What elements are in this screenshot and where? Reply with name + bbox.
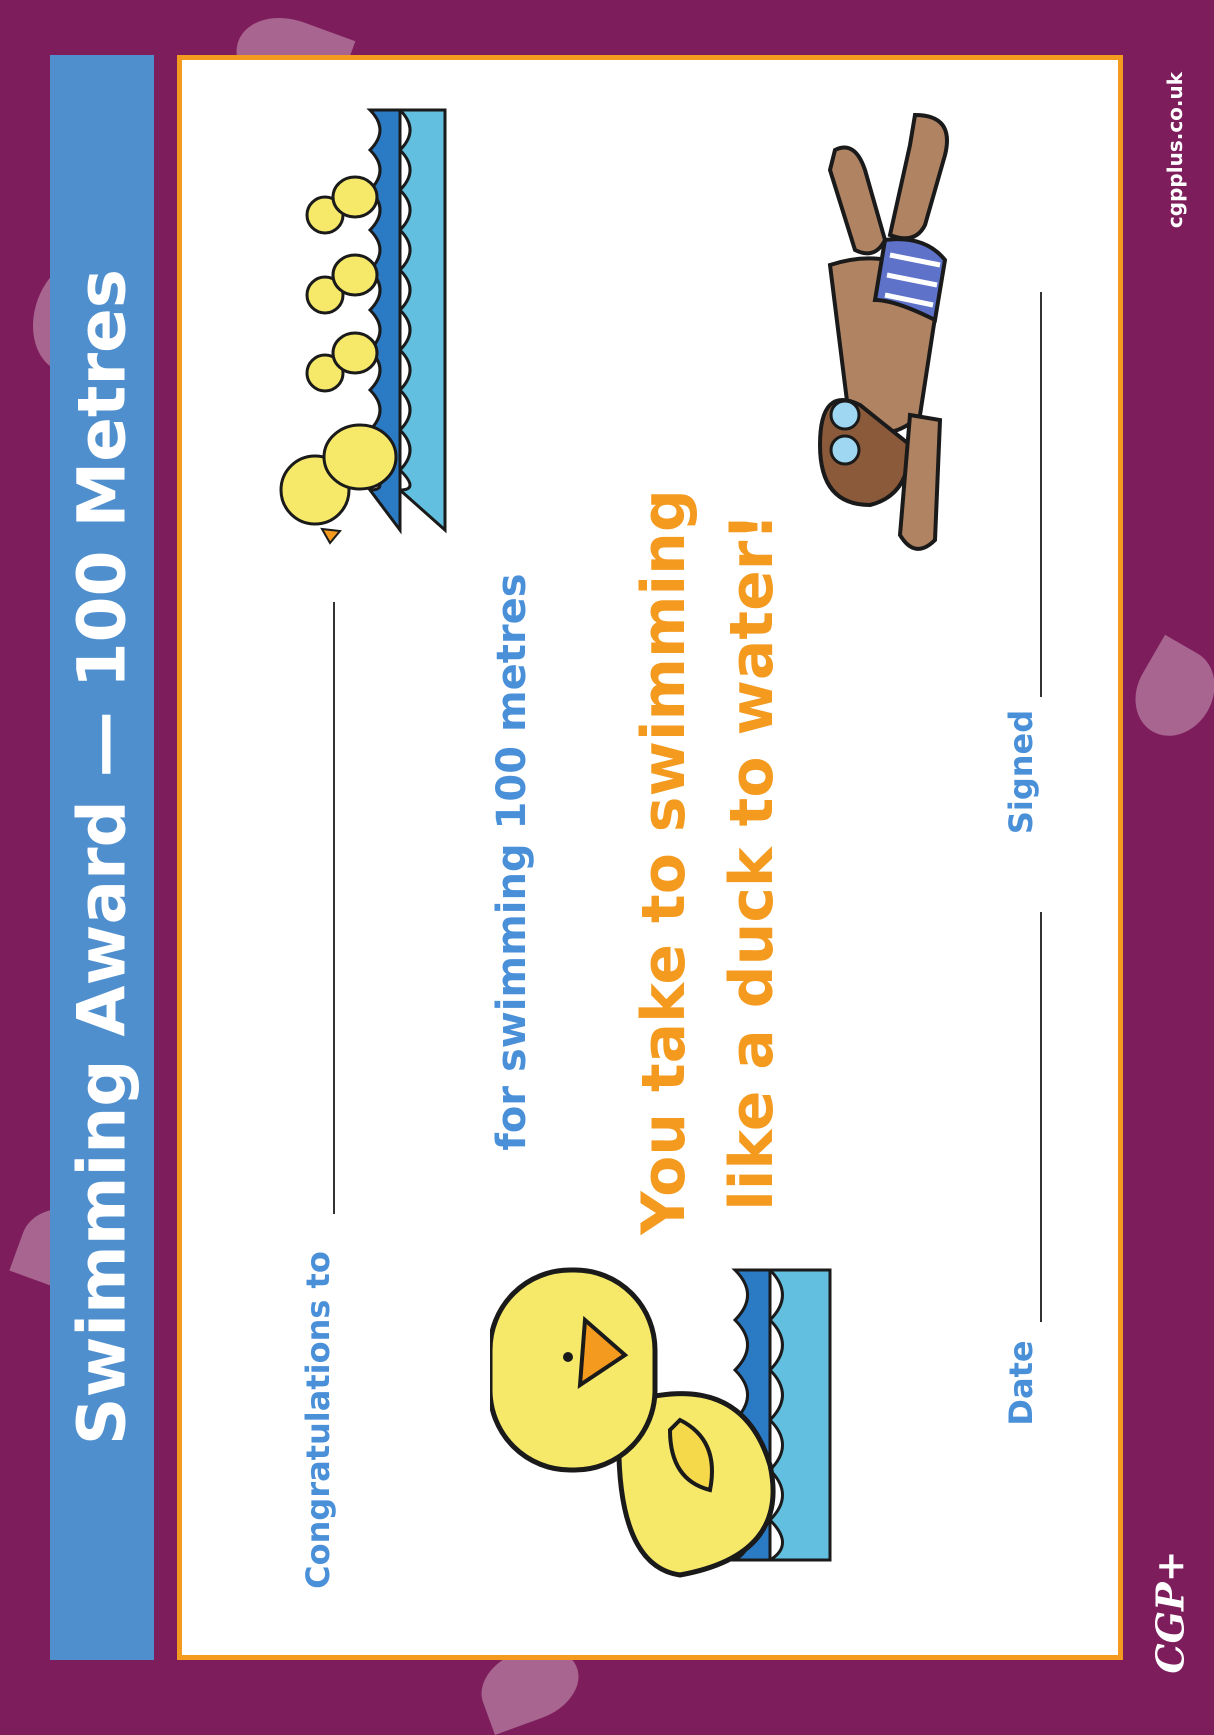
tagline: You take to swimming like a duck to wate… xyxy=(620,489,796,1235)
signature-line[interactable] xyxy=(1040,292,1042,697)
date-label: Date xyxy=(1002,1340,1040,1426)
ducklings-illustration xyxy=(279,108,447,545)
duck-illustration xyxy=(490,1267,832,1578)
background-petal xyxy=(1120,634,1214,751)
tagline-line-1: You take to swimming xyxy=(629,489,699,1235)
banner-title: Swimming Award — 100 Metres xyxy=(63,268,141,1446)
congratulations-label: Congratulations to xyxy=(299,1251,337,1589)
logo-text: CGP+ xyxy=(1147,1550,1193,1674)
date-line[interactable] xyxy=(1040,912,1042,1322)
recipient-name-line[interactable] xyxy=(333,602,335,1214)
achievement-text: for swimming 100 metres xyxy=(489,573,535,1151)
signed-label: Signed xyxy=(1002,709,1040,835)
website-url[interactable]: cgpplus.co.uk xyxy=(1163,72,1187,228)
cgp-logo: CGP+ xyxy=(1140,1550,1200,1673)
swimmer-illustration xyxy=(817,112,949,551)
tagline-line-2: like a duck to water! xyxy=(717,513,787,1211)
